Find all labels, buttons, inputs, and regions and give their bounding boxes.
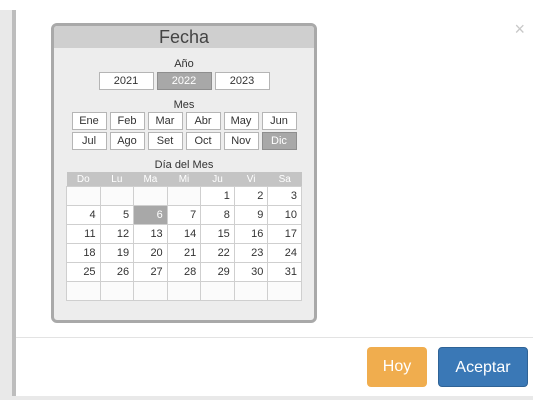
day-cell-16[interactable]: 16 xyxy=(233,224,269,244)
month-button-ene[interactable]: Ene xyxy=(71,112,107,130)
empty-day-cell xyxy=(66,281,101,301)
empty-day-cell xyxy=(99,186,135,206)
day-cell-6[interactable]: 6 xyxy=(133,205,168,225)
accept-button[interactable]: Aceptar xyxy=(438,347,528,387)
weekday-mi: Mi xyxy=(167,172,201,187)
day-cell-4[interactable]: 4 xyxy=(66,205,101,225)
day-cell-9[interactable]: 9 xyxy=(233,205,269,225)
day-cell-18[interactable]: 18 xyxy=(66,243,101,263)
year-button-2023[interactable]: 2023 xyxy=(214,72,270,90)
day-cell-2[interactable]: 2 xyxy=(233,186,269,206)
day-cell-13[interactable]: 13 xyxy=(133,224,168,244)
day-cell-5[interactable]: 5 xyxy=(99,205,135,225)
picker-title: Fecha xyxy=(54,26,314,48)
week-row: 123 xyxy=(66,186,302,206)
week-row: 18 19 20 21 22 23 24 xyxy=(66,243,302,263)
month-selector: Ene Feb Mar Abr May Jun Jul Ago Set Oct Nov Dic xyxy=(54,112,314,150)
day-cell-15[interactable]: 15 xyxy=(200,224,235,244)
day-cell-24[interactable]: 24 xyxy=(267,243,302,263)
month-button-dic[interactable]: Dic xyxy=(261,132,297,150)
day-cell-30[interactable]: 30 xyxy=(233,262,269,282)
weekday-ma: Ma xyxy=(133,172,168,187)
weekday-sa: Sa xyxy=(267,172,302,187)
weekday-lu: Lu xyxy=(100,172,134,187)
day-label: Día del Mes xyxy=(154,159,214,171)
day-cell-19[interactable]: 19 xyxy=(99,243,135,263)
empty-day-cell xyxy=(166,281,202,301)
date-dialog: × Fecha Año 2021 2022 2023 Mes Ene Feb Mar Ab… xyxy=(12,10,533,396)
weekday-header: Do Lu Ma Mi Ju Vi Sa xyxy=(66,172,302,187)
day-cell-11[interactable]: 11 xyxy=(66,224,101,244)
day-grid: Do Lu Ma Mi Ju Vi Sa 1 2 3 4 5 6 7 8 9 10 11 12 13 14 15 16 17… xyxy=(66,172,302,301)
month-button-may[interactable]: May xyxy=(223,112,259,130)
weekday-ju: Ju xyxy=(200,172,235,187)
day-cell-31[interactable]: 31 xyxy=(267,262,302,282)
month-button-jun[interactable]: Jun xyxy=(261,112,297,130)
day-cell-7[interactable]: 7 xyxy=(166,205,202,225)
footer-divider xyxy=(16,337,533,338)
week-row: 4 5 6 7 8 9 10 xyxy=(66,205,302,225)
day-cell-17[interactable]: 17 xyxy=(267,224,302,244)
weekday-vi: Vi xyxy=(234,172,268,187)
month-button-set[interactable]: Set xyxy=(147,132,183,150)
month-button-oct[interactable]: Oct xyxy=(185,132,221,150)
empty-day-cell xyxy=(133,186,168,206)
month-button-mar[interactable]: Mar xyxy=(147,112,183,130)
day-cell-22[interactable]: 22 xyxy=(200,243,235,263)
month-label: Mes xyxy=(173,99,195,111)
today-button[interactable]: Hoy xyxy=(367,347,427,387)
day-cell-21[interactable]: 21 xyxy=(166,243,202,263)
month-button-feb[interactable]: Feb xyxy=(109,112,145,130)
date-picker: Fecha Año 2021 2022 2023 Mes Ene Feb Mar Abr M… xyxy=(51,23,317,323)
day-cell-26[interactable]: 26 xyxy=(99,262,135,282)
day-cell-14[interactable]: 14 xyxy=(166,224,202,244)
close-icon[interactable]: × xyxy=(514,20,525,38)
year-button-2022[interactable]: 2022 xyxy=(156,72,212,90)
day-cell-25[interactable]: 25 xyxy=(66,262,101,282)
empty-day-cell xyxy=(99,281,135,301)
day-cell-23[interactable]: 23 xyxy=(233,243,269,263)
month-button-jul[interactable]: Jul xyxy=(71,132,107,150)
empty-day-cell xyxy=(166,186,202,206)
year-selector: 2021 2022 2023 xyxy=(54,72,314,90)
day-cell-12[interactable]: 12 xyxy=(99,224,135,244)
day-cell-10[interactable]: 10 xyxy=(267,205,302,225)
top-band xyxy=(0,0,533,10)
weekday-do: Do xyxy=(66,172,101,187)
day-cell-3[interactable]: 3 xyxy=(267,186,302,206)
month-button-ago[interactable]: Ago xyxy=(109,132,145,150)
month-button-nov[interactable]: Nov xyxy=(223,132,259,150)
year-label: Año xyxy=(174,58,194,70)
year-button-2021[interactable]: 2021 xyxy=(98,72,154,90)
week-row: 11 12 13 14 15 16 17 xyxy=(66,224,302,244)
empty-day-cell xyxy=(267,281,302,301)
month-button-abr[interactable]: Abr xyxy=(185,112,221,130)
week-row xyxy=(66,281,302,301)
day-cell-20[interactable]: 20 xyxy=(133,243,168,263)
week-row: 25 26 27 28 29 30 31 xyxy=(66,262,302,282)
day-cell-29[interactable]: 29 xyxy=(200,262,235,282)
day-cell-28[interactable]: 28 xyxy=(166,262,202,282)
empty-day-cell xyxy=(66,186,101,206)
day-cell-1[interactable]: 1 xyxy=(200,186,235,206)
empty-day-cell xyxy=(133,281,168,301)
empty-day-cell xyxy=(200,281,235,301)
empty-day-cell xyxy=(233,281,269,301)
day-cell-27[interactable]: 27 xyxy=(133,262,168,282)
day-cell-8[interactable]: 8 xyxy=(200,205,235,225)
